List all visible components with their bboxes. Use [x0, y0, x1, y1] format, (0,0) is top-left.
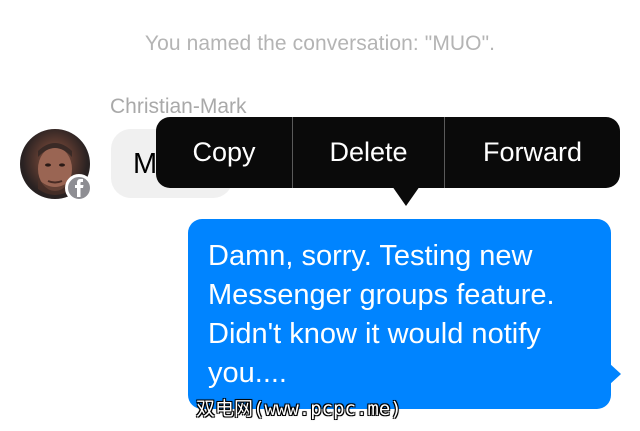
- incoming-message-text: M: [133, 148, 158, 180]
- outgoing-message-bubble[interactable]: Damn, sorry. Testing new Messenger group…: [188, 219, 611, 409]
- sender-name: Christian-Mark: [110, 95, 247, 118]
- copy-button[interactable]: Copy: [156, 117, 293, 188]
- forward-button[interactable]: Forward: [445, 117, 620, 188]
- delete-button[interactable]: Delete: [293, 117, 445, 188]
- facebook-icon: [65, 174, 93, 202]
- outgoing-bubble-tail: [609, 363, 621, 385]
- context-menu: Copy Delete Forward: [156, 117, 620, 188]
- system-notice: You named the conversation: "MUO".: [144, 32, 496, 55]
- watermark: 双电网(www.pcpc.me): [196, 398, 402, 420]
- outgoing-message-text: Damn, sorry. Testing new Messenger group…: [208, 240, 555, 389]
- context-menu-pointer: [392, 186, 420, 206]
